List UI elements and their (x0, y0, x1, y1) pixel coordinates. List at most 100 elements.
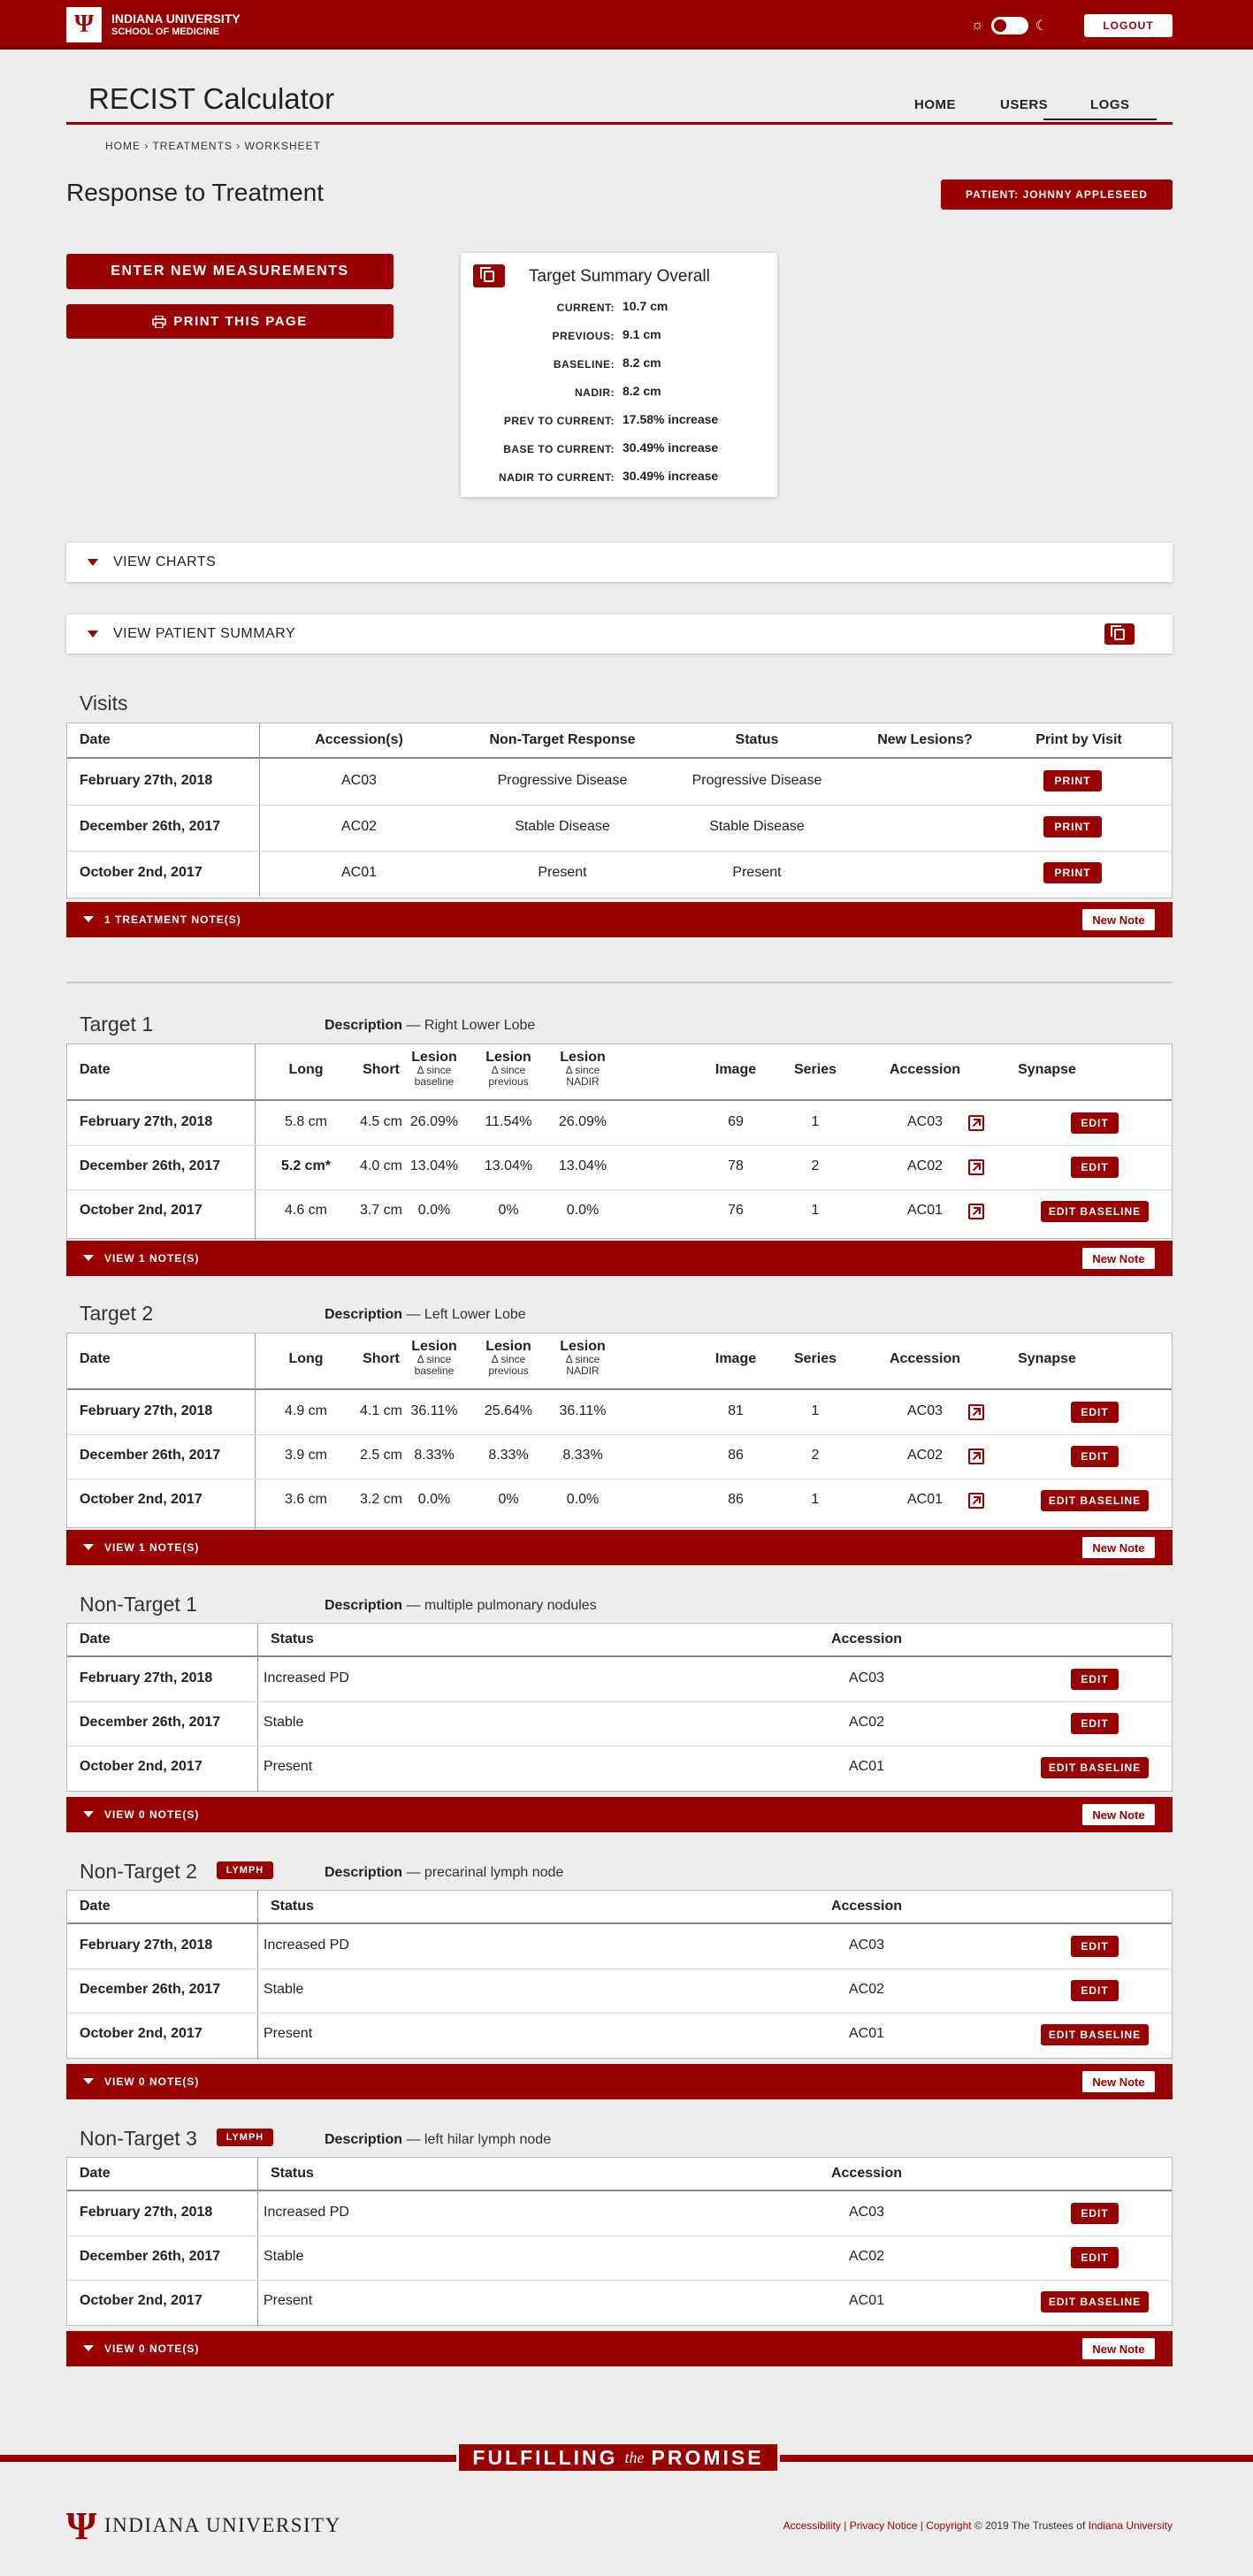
external-link-icon[interactable] (968, 1159, 984, 1175)
section-description: Description — left hilar lymph node (325, 2132, 551, 2148)
edit-baseline-button[interactable]: EDIT BASELINE (1041, 2291, 1149, 2312)
footer-link[interactable]: Copyright (926, 2519, 971, 2532)
print-visit-button[interactable]: PRINT (1043, 862, 1102, 883)
sun-icon: ☼ (971, 18, 984, 33)
row-divider (67, 1434, 1172, 1435)
edit-button[interactable]: EDIT (1071, 1402, 1119, 1423)
edit-baseline-button[interactable]: EDIT BASELINE (1041, 1757, 1149, 1778)
edit-button[interactable]: EDIT (1071, 1157, 1119, 1178)
row-divider (67, 1189, 1172, 1190)
notes-bar[interactable]: VIEW 1 NOTE(S) New Note (66, 1530, 1173, 1565)
footer-link[interactable]: Indiana University (1089, 2519, 1173, 2532)
notes-label: VIEW 0 NOTE(S) (104, 2343, 200, 2355)
footer-links: Accessibility | Privacy Notice | Copyrig… (783, 2519, 1173, 2532)
breadcrumb-worksheet: WORKSHEET (244, 140, 321, 152)
edit-button[interactable]: EDIT (1071, 1713, 1119, 1734)
visit-non-target-response: Progressive Disease (497, 773, 628, 788)
target-pct-nadir: 13.04% (558, 1158, 607, 1173)
col-accessions: Accession(s) (315, 732, 403, 747)
copy-patient-summary-button[interactable] (1104, 623, 1135, 645)
col-divider (257, 1891, 258, 2060)
new-note-button[interactable]: New Note (1082, 2338, 1155, 2359)
external-link-icon[interactable] (968, 1493, 984, 1509)
treatment-notes-bar[interactable]: 1 TREATMENT NOTE(S) New Note (66, 902, 1173, 937)
edit-baseline-button[interactable]: EDIT BASELINE (1041, 1490, 1149, 1511)
active-nav-underline (1043, 118, 1157, 120)
col-accession: Accession (830, 1632, 903, 1647)
notes-bar[interactable]: VIEW 1 NOTE(S) New Note (66, 1241, 1173, 1276)
print-visit-button[interactable]: PRINT (1043, 816, 1102, 837)
new-note-button[interactable]: New Note (1082, 1248, 1155, 1269)
edit-button[interactable]: EDIT (1071, 2203, 1119, 2224)
view-charts-accordion[interactable]: VIEW CHARTS (66, 543, 1173, 582)
non-target-accession: AC03 (848, 2205, 885, 2220)
summary-key: PREVIOUS: (552, 330, 615, 342)
notes-bar[interactable]: VIEW 0 NOTE(S) New Note (66, 2064, 1173, 2099)
description-text: — Right Lower Lobe (406, 1018, 536, 1033)
col-accession: Accession (830, 2166, 903, 2181)
footer-university-name[interactable]: INDIANA UNIVERSITY (104, 2514, 341, 2537)
col-new-lesions: New Lesions? (877, 732, 973, 747)
new-note-button[interactable]: New Note (1082, 2071, 1155, 2092)
summary-value: 10.7 cm (623, 299, 669, 313)
section-description: Description — Left Lower Lobe (325, 1307, 526, 1323)
notes-bar[interactable]: VIEW 0 NOTE(S) New Note (66, 1797, 1173, 1832)
description-label: Description (325, 1598, 403, 1613)
new-note-button[interactable]: New Note (1082, 1537, 1155, 1558)
theme-toggle[interactable] (990, 17, 1028, 34)
edit-baseline-button[interactable]: EDIT BASELINE (1041, 1201, 1149, 1222)
logout-button[interactable]: LOGOUT (1084, 14, 1173, 37)
non-target-date: December 26th, 2017 (80, 1982, 221, 1997)
patient-button[interactable]: PATIENT: JOHNNY APPLESEED (941, 180, 1173, 210)
edit-button[interactable]: EDIT (1071, 2247, 1119, 2268)
delta-icon: Δ (491, 1064, 498, 1076)
enter-measurements-button[interactable]: ENTER NEW MEASUREMENTS (66, 254, 393, 289)
target-pct-previous: 25.64% (484, 1403, 533, 1418)
section-title: Target 1 (80, 1013, 154, 1036)
lesion-reference-label: NADIR (566, 1364, 600, 1377)
col-synapse: Synapse (1018, 1351, 1076, 1366)
target-pct-baseline: 0.0% (417, 1492, 451, 1507)
section-description: Description — Right Lower Lobe (325, 1018, 535, 1034)
copy-summary-button[interactable] (473, 264, 505, 287)
edit-button[interactable]: EDIT (1071, 1446, 1119, 1467)
visits-table: Date Accession(s) Non-Target Response St… (66, 722, 1173, 898)
external-link-icon[interactable] (968, 1404, 984, 1420)
edit-baseline-button[interactable]: EDIT BASELINE (1041, 2024, 1149, 2045)
notes-bar[interactable]: VIEW 0 NOTE(S) New Note (66, 2331, 1173, 2366)
external-link-icon[interactable] (968, 1115, 984, 1131)
lesion-label: Lesion (411, 1339, 457, 1354)
visit-status: Stable Disease (709, 819, 805, 834)
print-page-button[interactable]: PRINT THIS PAGE (66, 304, 393, 339)
print-visit-button[interactable]: PRINT (1043, 770, 1102, 791)
iu-trident-footer-icon[interactable]: Ψ (66, 2505, 98, 2548)
external-link-icon[interactable] (968, 1449, 984, 1464)
new-note-button[interactable]: New Note (1082, 909, 1155, 930)
target-date: December 26th, 2017 (80, 1158, 221, 1173)
target-pct-nadir: 0.0% (566, 1492, 600, 1507)
non-target-table: Date Status Accession February 27th, 2018 In… (66, 1623, 1173, 1792)
breadcrumb-treatments[interactable]: TREATMENTS (152, 140, 232, 152)
app-title: RECIST Calculator (88, 82, 335, 115)
edit-button[interactable]: EDIT (1071, 1669, 1119, 1690)
non-target-status: Stable (264, 1715, 304, 1730)
footer-link[interactable]: Accessibility (783, 2519, 841, 2532)
new-note-button[interactable]: New Note (1082, 1804, 1155, 1825)
edit-button[interactable]: EDIT (1071, 1980, 1119, 2001)
view-patient-summary-accordion[interactable]: VIEW PATIENT SUMMARY (66, 615, 1173, 654)
target-date: October 2nd, 2017 (80, 1203, 202, 1218)
non-target-date: October 2nd, 2017 (80, 1759, 202, 1774)
edit-button[interactable]: EDIT (1071, 1112, 1119, 1134)
non-target-status: Present (264, 2293, 313, 2308)
external-link-icon[interactable] (968, 1204, 984, 1219)
edit-button[interactable]: EDIT (1071, 1936, 1119, 1957)
iu-trident-logo-icon[interactable]: Ψ (66, 7, 102, 42)
col-status: Status (271, 1899, 314, 1914)
nav-home[interactable]: HOME (914, 97, 956, 112)
breadcrumb-home[interactable]: HOME (105, 140, 141, 152)
nav-users[interactable]: USERS (1000, 97, 1048, 112)
brand-text[interactable]: INDIANA UNIVERSITY SCHOOL OF MEDICINE (111, 12, 241, 39)
summary-value: 8.2 cm (623, 384, 661, 398)
footer-link[interactable]: Privacy Notice (850, 2519, 918, 2532)
nav-logs[interactable]: LOGS (1090, 97, 1130, 112)
